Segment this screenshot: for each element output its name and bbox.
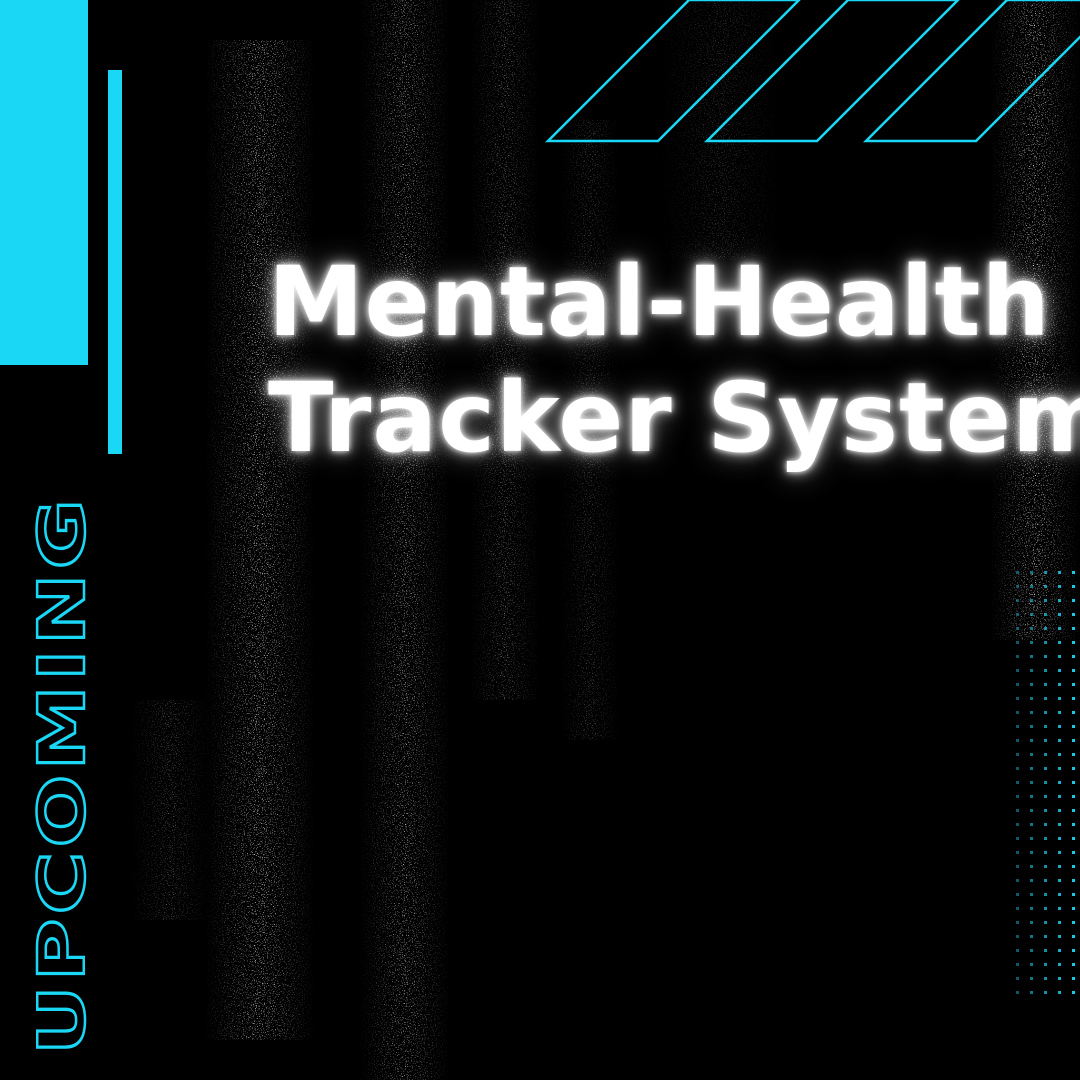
poster-canvas: Mental-Health Tracker System UPCOMING [0, 0, 1080, 1080]
headline: Mental-Health Tracker System [268, 244, 1080, 476]
diagonal-stripes [544, 0, 1080, 143]
headline-line-2: Tracker System [268, 362, 1080, 474]
grain-texture [0, 0, 1080, 1080]
accent-bar [108, 70, 122, 454]
headline-line-1: Mental-Health [268, 246, 1051, 358]
accent-block [0, 0, 88, 365]
upcoming-text: UPCOMING [26, 495, 100, 1055]
dot-grid-pattern [1010, 565, 1080, 1005]
